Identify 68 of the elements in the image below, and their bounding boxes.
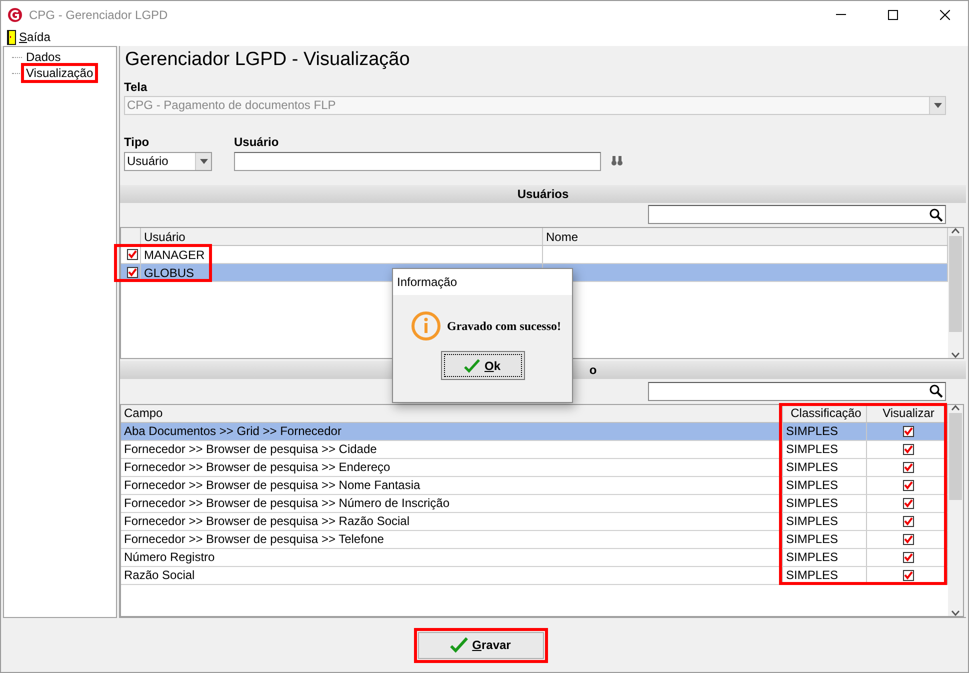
- table-cell: SIMPLES: [783, 548, 867, 566]
- table-cell: SIMPLES: [783, 566, 867, 584]
- dialog-title: Informação: [393, 269, 572, 295]
- checkbox[interactable]: [903, 462, 914, 473]
- door-icon: [7, 30, 16, 44]
- checkbox[interactable]: [903, 426, 914, 437]
- scroll-down-icon[interactable]: [951, 352, 960, 358]
- info-icon: [411, 311, 441, 341]
- table-cell: Aba Documentos >> Grid >> Fornecedor: [121, 422, 783, 440]
- checkbox[interactable]: [126, 267, 138, 278]
- field-label: Tela: [123, 80, 148, 94]
- maximize-icon: [888, 10, 898, 20]
- scroll-down-icon[interactable]: [951, 610, 960, 616]
- user-input-field[interactable]: [234, 152, 601, 171]
- scroll-up-icon[interactable]: [951, 404, 960, 411]
- table-cell: Número Registro: [121, 548, 783, 566]
- table-cell: MANAGER: [141, 246, 543, 264]
- table-cell: SIMPLES: [783, 476, 867, 494]
- menu-item[interactable]: Saída: [5, 30, 52, 44]
- type-dropdown[interactable]: Usuário: [124, 152, 212, 171]
- checkbox[interactable]: [903, 480, 914, 491]
- table-cell: Fornecedor >> Browser de pesquisa >> Número de Inscrição: [121, 494, 783, 512]
- minimize-icon: [836, 14, 846, 15]
- checkbox[interactable]: [903, 570, 914, 581]
- search-icon[interactable]: [929, 384, 943, 398]
- search-field[interactable]: [648, 205, 946, 224]
- checkbox[interactable]: [903, 516, 914, 527]
- close-icon: [940, 10, 950, 20]
- scrollbar-thumb[interactable]: [949, 236, 962, 332]
- check-icon: [464, 358, 480, 374]
- checkbox[interactable]: [903, 552, 914, 563]
- section-header: Usuários: [120, 184, 966, 203]
- tree-item[interactable]: Visualização: [24, 66, 96, 80]
- checkbox[interactable]: [903, 444, 914, 455]
- table-cell: SIMPLES: [783, 440, 867, 458]
- table-cell: SIMPLES: [783, 422, 867, 440]
- dialog-message: Gravado com sucesso!: [447, 318, 561, 334]
- column-header[interactable]: Campo: [121, 404, 783, 422]
- ok-button[interactable]: Ok: [440, 351, 524, 380]
- page-title: Gerenciador LGPD - Visualização: [124, 48, 411, 72]
- column-header[interactable]: Classificação: [783, 404, 867, 422]
- table-cell: Fornecedor >> Browser de pesquisa >> Telefone: [121, 530, 783, 548]
- column-header[interactable]: Usuário: [141, 228, 543, 246]
- caret-icon: [934, 102, 942, 108]
- binoculars-icon[interactable]: [611, 156, 623, 166]
- caret-icon: [200, 158, 208, 164]
- checkbox[interactable]: [903, 498, 914, 509]
- table-cell: SIMPLES: [783, 458, 867, 476]
- table-cell: SIMPLES: [783, 530, 867, 548]
- check-icon: [450, 636, 468, 654]
- checkbox[interactable]: [903, 534, 914, 545]
- table-cell: Fornecedor >> Browser de pesquisa >> Cidade: [121, 440, 783, 458]
- field-label: Tipo: [124, 134, 150, 149]
- search-field[interactable]: [648, 382, 946, 401]
- tree-item[interactable]: Dados: [24, 50, 63, 64]
- table-cell: Fornecedor >> Browser de pesquisa >> Razão Social: [121, 512, 783, 530]
- app-logo-icon: [7, 6, 23, 22]
- scroll-up-icon[interactable]: [951, 228, 960, 234]
- table-cell: Fornecedor >> Browser de pesquisa >> Nome Fantasia: [121, 476, 783, 494]
- scrollbar-thumb[interactable]: [949, 412, 962, 500]
- table-cell: SIMPLES: [783, 494, 867, 512]
- field-label: Usuário: [234, 134, 280, 149]
- table-cell: Razão Social: [121, 566, 783, 584]
- window-title: CPG - Gerenciador LGPD: [29, 8, 169, 22]
- table-cell: Fornecedor >> Browser de pesquisa >> Endereço: [121, 458, 783, 476]
- table-cell: SIMPLES: [783, 512, 867, 530]
- checkbox[interactable]: [126, 249, 138, 260]
- search-icon[interactable]: [929, 208, 943, 222]
